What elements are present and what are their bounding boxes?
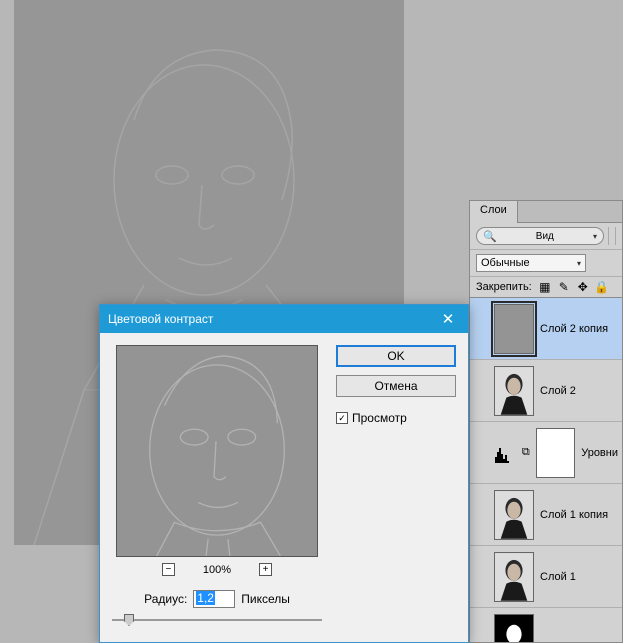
layer-filter-select[interactable]: 🔍 Вид ▾ xyxy=(476,227,604,245)
slider-handle[interactable] xyxy=(124,614,134,626)
zoom-out-button[interactable]: − xyxy=(162,563,175,576)
chevron-updown-icon: ▾ xyxy=(593,232,597,241)
high-pass-dialog: Цветовой контраст ✕ xyxy=(99,304,469,643)
lock-all-icon[interactable]: 🔒 xyxy=(595,280,609,294)
layer-row[interactable]: Слой 1 xyxy=(470,546,622,608)
layer-thumbnail[interactable] xyxy=(494,552,534,602)
lock-transparent-icon[interactable]: ▦ xyxy=(538,280,552,294)
zoom-in-button[interactable]: + xyxy=(259,563,272,576)
radius-unit: Пикселы xyxy=(241,592,290,606)
layer-name[interactable]: Слой 1 xyxy=(540,571,576,583)
layer-name[interactable]: Слой 2 xyxy=(540,385,576,397)
layer-thumbnail[interactable] xyxy=(494,304,534,354)
layer-thumbnail[interactable] xyxy=(494,614,534,643)
layers-list: Слой 2 копия Слой 2 ⧉ Уровни Слой 1 копи… xyxy=(470,298,622,642)
lock-row: Закрепить: ▦ ✎ ✥ 🔒 xyxy=(470,277,622,298)
radius-label: Радиус: xyxy=(144,592,187,606)
ok-button[interactable]: OK xyxy=(336,345,456,367)
layer-row[interactable]: Слой 1 копия xyxy=(470,484,622,546)
layer-thumbnail[interactable] xyxy=(494,490,534,540)
levels-icon xyxy=(494,442,516,464)
blend-mode-select[interactable]: Обычные ▾ xyxy=(476,254,586,272)
filter-preview[interactable] xyxy=(116,345,318,557)
layers-panel: Слои 🔍 Вид ▾ Обычные ▾ Закрепить: ▦ ✎ ✥ … xyxy=(469,200,623,643)
layer-thumbnail[interactable] xyxy=(494,366,534,416)
lock-paint-icon[interactable]: ✎ xyxy=(557,280,571,294)
link-icon[interactable]: ⧉ xyxy=(522,446,530,459)
panel-tabs: Слои xyxy=(470,201,622,223)
layer-mask-thumbnail[interactable] xyxy=(536,428,576,478)
preview-checkbox[interactable] xyxy=(336,412,348,424)
close-icon[interactable]: ✕ xyxy=(436,310,460,328)
layer-row[interactable] xyxy=(470,608,622,642)
lock-move-icon[interactable]: ✥ xyxy=(576,280,590,294)
blend-mode-value: Обычные xyxy=(481,257,530,269)
dialog-title: Цветовой контраст xyxy=(108,312,213,326)
layer-row[interactable]: Слой 2 xyxy=(470,360,622,422)
dialog-titlebar[interactable]: Цветовой контраст ✕ xyxy=(100,305,468,333)
cancel-button[interactable]: Отмена xyxy=(336,375,456,397)
filter-label: Вид xyxy=(536,231,554,242)
search-icon: 🔍 xyxy=(483,230,497,243)
slider-track xyxy=(112,619,322,621)
filter-divider xyxy=(608,227,616,245)
blend-mode-row: Обычные ▾ xyxy=(470,250,622,277)
layer-row[interactable]: Слой 2 копия xyxy=(470,298,622,360)
tab-layers[interactable]: Слои xyxy=(470,201,518,223)
chevron-down-icon: ▾ xyxy=(577,259,581,268)
lock-label: Закрепить: xyxy=(476,281,532,293)
preview-checkbox-label: Просмотр xyxy=(352,411,407,425)
radius-input[interactable]: 1,2 xyxy=(193,590,235,608)
layer-filter-row: 🔍 Вид ▾ xyxy=(470,223,622,250)
layer-name[interactable]: Уровни xyxy=(581,447,618,459)
layer-name[interactable]: Слой 1 копия xyxy=(540,509,608,521)
layer-row-adjustment[interactable]: ⧉ Уровни xyxy=(470,422,622,484)
radius-slider[interactable] xyxy=(112,612,322,628)
zoom-value: 100% xyxy=(203,564,231,576)
layer-name[interactable]: Слой 2 копия xyxy=(540,323,608,335)
